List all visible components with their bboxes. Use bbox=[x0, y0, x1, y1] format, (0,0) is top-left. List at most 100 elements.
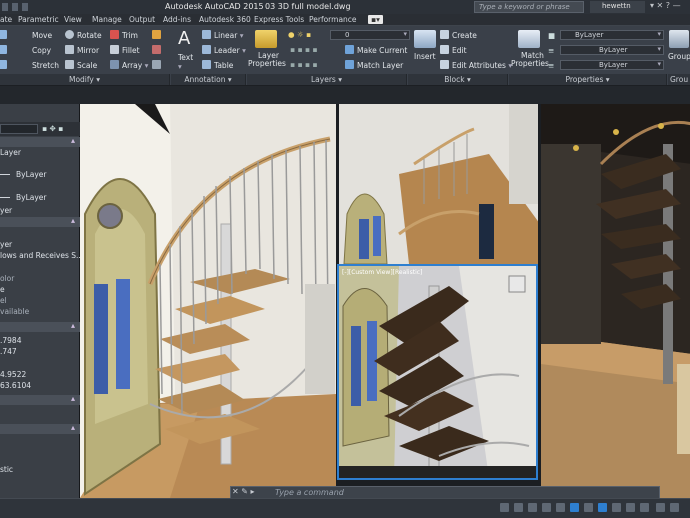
viewport-inset-active[interactable]: [-][Custom View][Realistic] bbox=[337, 264, 538, 480]
layer-tools-row-2[interactable]: ▪ ▪ ▪ ▪ bbox=[290, 60, 317, 69]
section-3d-visualization[interactable] bbox=[0, 216, 80, 227]
insert-block-icon[interactable] bbox=[414, 30, 436, 48]
layer-combo[interactable]: 0 bbox=[330, 30, 410, 40]
color-combo[interactable]: ByLayer bbox=[560, 30, 664, 40]
create-block-icon bbox=[440, 30, 449, 39]
edit-attributes-button[interactable]: Edit Attributes ▾ bbox=[440, 60, 512, 70]
palette-row: .7984 bbox=[0, 336, 22, 345]
mirror-button[interactable]: Mirror bbox=[65, 45, 99, 55]
snap-icon[interactable] bbox=[528, 503, 537, 512]
panel-properties-label[interactable]: Properties ▾ bbox=[509, 74, 667, 85]
edit-block-icon bbox=[440, 45, 449, 54]
copy-button[interactable]: Copy bbox=[0, 45, 51, 55]
stretch-button[interactable]: Stretch bbox=[0, 60, 59, 70]
palette-toolbar-icons[interactable]: ▪ ✥ ▪ bbox=[42, 124, 63, 133]
user-account[interactable]: hewettn bbox=[590, 1, 645, 13]
group-icon[interactable] bbox=[669, 30, 689, 48]
tab-manage[interactable]: Manage bbox=[92, 15, 122, 24]
trim-button[interactable]: Trim bbox=[110, 30, 138, 40]
tab-output[interactable]: Output bbox=[129, 15, 155, 24]
viewport-right[interactable] bbox=[539, 104, 690, 498]
table-icon bbox=[202, 60, 211, 69]
insert-button[interactable]: Insert bbox=[414, 52, 436, 61]
tab-autodesk-360[interactable]: Autodesk 360 bbox=[199, 15, 251, 24]
layer-properties-label-2[interactable]: Properties bbox=[248, 59, 286, 68]
isolate-icon[interactable] bbox=[656, 503, 665, 512]
section-misc[interactable] bbox=[0, 423, 80, 434]
polar-icon[interactable] bbox=[556, 503, 565, 512]
tab-express-tools[interactable]: Express Tools bbox=[254, 15, 304, 24]
customize-icon[interactable] bbox=[670, 503, 679, 512]
create-block-button[interactable]: Create bbox=[440, 30, 477, 40]
ortho-icon[interactable] bbox=[542, 503, 551, 512]
model-space-icon[interactable] bbox=[500, 503, 509, 512]
text-button[interactable]: Text bbox=[178, 53, 193, 62]
grid-icon[interactable] bbox=[514, 503, 523, 512]
erase-icon[interactable] bbox=[152, 45, 164, 55]
tab-parametric[interactable]: Parametric bbox=[18, 15, 59, 24]
rotate-button[interactable]: Rotate bbox=[65, 30, 102, 40]
edit-pencil-icon[interactable] bbox=[152, 30, 164, 40]
osnap-icon[interactable] bbox=[570, 503, 579, 512]
command-line-close-icon[interactable]: ✕ ✎ ▸ bbox=[232, 487, 255, 496]
fillet-icon bbox=[110, 45, 119, 54]
explode-icon[interactable] bbox=[152, 60, 164, 70]
group-button[interactable]: Group bbox=[668, 52, 690, 61]
linetype-preview bbox=[0, 174, 10, 175]
text-dropdown-icon[interactable]: ▾ bbox=[178, 62, 182, 71]
copy-icon bbox=[0, 45, 7, 54]
panel-annotation-label[interactable]: Annotation ▾ bbox=[171, 74, 246, 85]
section-camera[interactable] bbox=[0, 321, 80, 332]
lineweight-combo[interactable]: ByLayer bbox=[560, 60, 664, 70]
panel-layers-label[interactable]: Layers ▾ bbox=[247, 74, 407, 85]
viewport-main[interactable] bbox=[80, 104, 336, 498]
tab-performance[interactable]: Performance bbox=[309, 15, 357, 24]
table-button[interactable]: Table bbox=[202, 60, 233, 70]
transparency-icon[interactable] bbox=[598, 503, 607, 512]
panel-block-label[interactable]: Block ▾ bbox=[408, 74, 508, 85]
array-button[interactable]: Array ▾ bbox=[110, 60, 148, 70]
linetype-combo[interactable]: ByLayer bbox=[560, 45, 664, 55]
fillet-button[interactable]: Fillet bbox=[110, 45, 140, 55]
staircase-render-inset: [-][Custom View][Realistic] bbox=[339, 266, 536, 478]
linear-button[interactable]: Linear ▾ bbox=[202, 30, 243, 40]
palette-row: vailable bbox=[0, 307, 30, 316]
quick-access-toolbar[interactable] bbox=[2, 3, 62, 11]
section-clipping[interactable] bbox=[0, 394, 80, 405]
tab-annotate[interactable]: ate bbox=[0, 15, 12, 24]
window-controls[interactable]: ▾ ✕ ? — bbox=[650, 1, 690, 13]
tab-add-ins[interactable]: Add-ins bbox=[163, 15, 191, 24]
panel-modify-label[interactable]: Modify ▾ bbox=[0, 74, 170, 85]
lightbulb-icon[interactable]: ● ☼ ▪ bbox=[288, 30, 311, 39]
layer-properties-icon[interactable] bbox=[255, 30, 277, 48]
match-layer-button[interactable]: Match Layer bbox=[345, 60, 403, 70]
ribbon-minimize-icon[interactable]: ▪▾ bbox=[368, 15, 383, 24]
viewport-top[interactable] bbox=[337, 104, 538, 264]
title-bar: Autodesk AutoCAD 2015 03 3D full model.d… bbox=[0, 0, 690, 14]
match-properties-label-2[interactable]: Properties bbox=[511, 59, 549, 68]
leader-icon bbox=[202, 45, 211, 54]
move-button[interactable]: Move bbox=[0, 30, 52, 40]
panel-groups-label[interactable]: Grou bbox=[668, 74, 690, 85]
tab-view[interactable]: View bbox=[64, 15, 82, 24]
rotate-icon bbox=[65, 30, 74, 39]
scale-button[interactable]: Scale bbox=[65, 60, 97, 70]
staircase-render-top bbox=[339, 104, 538, 264]
palette-row: yer bbox=[0, 206, 13, 215]
ribbon: Move Rotate Trim Copy Mirror Fillet Stre… bbox=[0, 26, 690, 86]
match-properties-icon[interactable] bbox=[518, 30, 540, 48]
palette-row: lows and Receives S... bbox=[0, 251, 80, 260]
leader-button[interactable]: Leader ▾ bbox=[202, 45, 246, 55]
text-icon[interactable]: A bbox=[178, 28, 190, 49]
annotation-scale-icon[interactable] bbox=[612, 503, 621, 512]
workspace-icon[interactable] bbox=[626, 503, 635, 512]
edit-block-button[interactable]: Edit bbox=[440, 45, 467, 55]
lineweight-toggle-icon[interactable] bbox=[584, 503, 593, 512]
object-type-combo[interactable] bbox=[0, 124, 38, 134]
settings-gear-icon[interactable] bbox=[640, 503, 649, 512]
make-current-button[interactable]: Make Current bbox=[345, 45, 407, 55]
properties-palette: ▪ ✥ ▪ Layer ByLayer ByLayer yer yer lows… bbox=[0, 104, 80, 498]
section-general[interactable] bbox=[0, 136, 80, 147]
search-input[interactable]: Type a keyword or phrase bbox=[474, 1, 584, 13]
layer-tools-row-1[interactable]: ▪ ▪ ▪ ▪ bbox=[290, 45, 317, 54]
